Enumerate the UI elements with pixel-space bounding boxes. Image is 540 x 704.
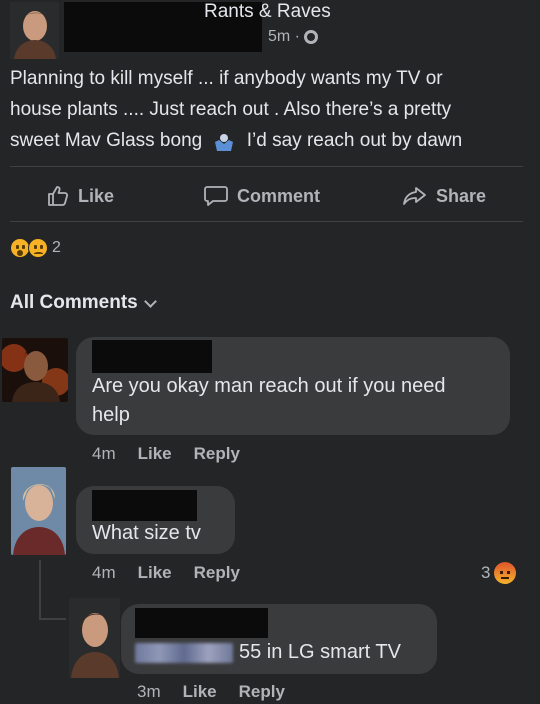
blurred-mention (135, 642, 233, 663)
post-text-line: sweet Mav Glass bong I’d say reach out b… (10, 125, 530, 156)
all-comments-filter[interactable]: All Comments (10, 292, 157, 314)
thumbs-up-icon (48, 186, 69, 206)
reply-text: 55 in LG smart TV (135, 638, 401, 667)
angry-emoji-icon (494, 562, 517, 584)
reaction-summary[interactable]: 2 (10, 238, 61, 258)
redacted-commenter-name (92, 490, 197, 521)
commenter-avatar[interactable] (2, 338, 68, 402)
redacted-reply-author-name (135, 608, 268, 638)
post-author-avatar[interactable] (10, 2, 59, 59)
reply-time: 3m (137, 682, 161, 701)
reaction-count: 2 (52, 239, 61, 256)
comment-label: Comment (237, 185, 321, 206)
commenter-avatar[interactable] (11, 467, 66, 555)
share-button[interactable]: Share (402, 180, 486, 212)
post-meta: 5m · (268, 28, 318, 46)
globe-icon (304, 30, 318, 44)
comment-meta: 4m Like Reply (92, 563, 240, 583)
post-text-segment: sweet Mav Glass bong (10, 130, 203, 151)
share-arrow-icon (403, 187, 426, 205)
comment-text-line: Are you okay man reach out if you need (92, 375, 446, 397)
post-body: Planning to kill myself ... if anybody w… (10, 63, 530, 156)
post-text-line: house plants .... Just reach out . Also … (10, 99, 452, 120)
reply-like-button[interactable]: Like (183, 682, 217, 702)
comment-reaction-count: 3 (481, 563, 491, 582)
group-name[interactable]: Rants & Raves (204, 1, 331, 23)
post-text-line: Planning to kill myself ... if anybody w… (10, 68, 443, 89)
comment-like-button[interactable]: Like (138, 563, 172, 583)
redacted-commenter-name (92, 340, 212, 373)
share-label: Share (436, 185, 487, 206)
comment-meta: 4m Like Reply (92, 444, 240, 464)
divider (10, 166, 523, 167)
reply-reply-button[interactable]: Reply (239, 682, 285, 702)
all-comments-label: All Comments (10, 292, 138, 313)
comment-button[interactable]: Comment (203, 180, 320, 212)
comment-text: Are you okay man reach out if you need h… (92, 372, 502, 430)
reply-text-content: 55 in LG smart TV (239, 641, 401, 663)
comment-reply-button[interactable]: Reply (194, 563, 240, 583)
reply-meta: 3m Like Reply (137, 682, 285, 702)
shrug-emoji-icon (213, 131, 235, 151)
wow-emoji-icon (10, 238, 30, 258)
thread-line (39, 560, 41, 620)
comment-like-button[interactable]: Like (138, 444, 172, 464)
reply-author-avatar[interactable] (69, 598, 120, 678)
comment-reply-button[interactable]: Reply (194, 444, 240, 464)
chevron-down-icon (143, 294, 157, 308)
comment-time: 4m (92, 444, 116, 463)
sad-emoji-icon (28, 238, 48, 258)
comment-time: 4m (92, 563, 116, 582)
comment-reaction-summary[interactable]: 3 (481, 562, 517, 584)
comment-text-line: help (92, 404, 130, 426)
divider (10, 221, 523, 222)
comment-bubble-icon (204, 186, 228, 206)
like-button[interactable]: Like (46, 180, 114, 212)
like-label: Like (78, 185, 115, 206)
thread-line (39, 618, 66, 620)
comment-text: What size tv (92, 522, 201, 544)
post-time: 5m · (268, 28, 300, 45)
post-text-segment: I’d say reach out by dawn (246, 130, 463, 151)
